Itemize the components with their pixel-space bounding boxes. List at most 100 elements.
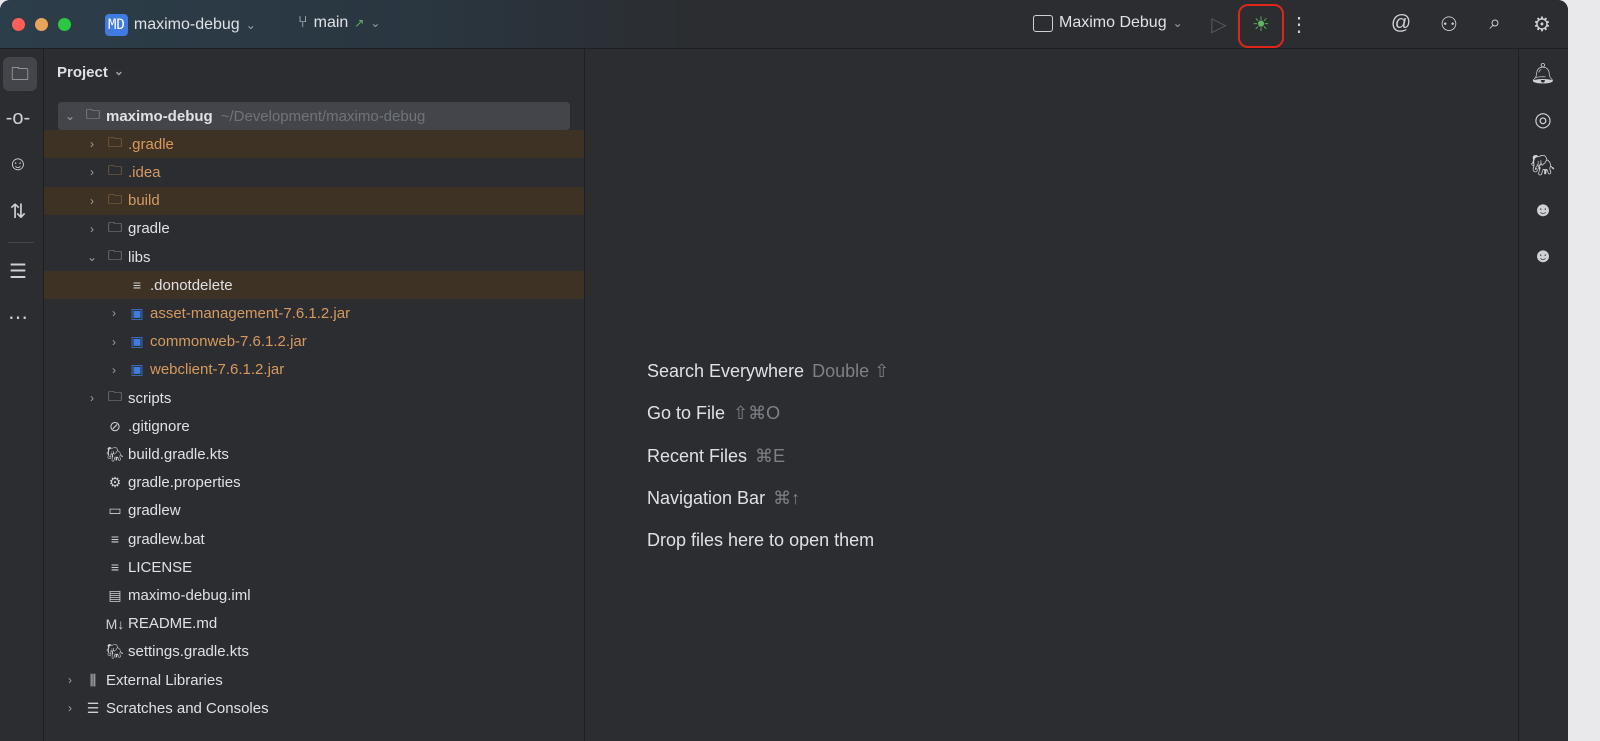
- run-config-icon: [1033, 14, 1053, 32]
- tree-item[interactable]: ≡ gradlew.bat: [44, 525, 584, 553]
- project-switcher[interactable]: MD maximo-debug ⌄: [105, 14, 256, 36]
- tree-item[interactable]: ≡ LICENSE: [44, 553, 584, 581]
- tree-item[interactable]: › 🗀 gradle: [44, 215, 584, 243]
- tree-item-label: External Libraries: [106, 671, 223, 689]
- tree-item[interactable]: 🐘︎ settings.gradle.kts: [44, 638, 584, 666]
- tree-item[interactable]: › ▣ webclient-7.6.1.2.jar: [44, 356, 584, 384]
- notifications-bell-icon[interactable]: 🔔︎: [1529, 61, 1557, 86]
- tree-item-label: gradlew.bat: [128, 530, 205, 548]
- iml-file-icon: ▤: [108, 586, 122, 603]
- chevron-down-icon[interactable]: ⌄: [62, 109, 78, 123]
- ai-chat-icon[interactable]: ◎: [1529, 107, 1557, 132]
- editor-hint[interactable]: Recent Files ⌘E: [647, 446, 785, 467]
- maximize-window-button[interactable]: [58, 18, 71, 31]
- chevron-right-icon[interactable]: ›: [62, 701, 78, 715]
- hint-shortcut: ⌘E: [755, 445, 786, 466]
- folder-icon: 🗀: [108, 134, 122, 151]
- jar-icon: ▣: [130, 304, 144, 321]
- chevron-right-icon[interactable]: ›: [106, 335, 122, 349]
- hint-shortcut: ⇧⌘O: [733, 403, 781, 424]
- gradle-icon[interactable]: 🐘︎: [1529, 153, 1557, 178]
- hint-shortcut: ⌘↑: [773, 487, 801, 508]
- close-window-button[interactable]: [12, 18, 25, 31]
- folder-icon: 🗀: [108, 162, 122, 179]
- copilot-icon[interactable]: ☺: [4, 153, 32, 176]
- tree-item-label: maximo-debug: [106, 107, 213, 125]
- tree-item-label: .gitignore: [128, 417, 190, 435]
- tree-item[interactable]: M↓ README.md: [44, 610, 584, 638]
- folder-icon: 🗀: [108, 218, 122, 235]
- text-file-icon: ≡: [132, 277, 142, 294]
- text-file-icon: ≡: [110, 559, 120, 576]
- project-name: maximo-debug: [133, 16, 240, 33]
- tree-item[interactable]: ⌄ 🗀 libs: [44, 243, 584, 271]
- tree-item[interactable]: ▭ gradlew: [44, 497, 584, 525]
- hint-label: Recent Files: [647, 445, 748, 466]
- tree-item[interactable]: › 🗀 scripts: [44, 384, 584, 412]
- editor-hint[interactable]: Navigation Bar ⌘↑: [647, 488, 800, 509]
- tree-item[interactable]: 🐘︎ build.gradle.kts: [44, 440, 584, 468]
- tree-item-label: gradlew: [128, 502, 181, 520]
- project-tool-folder-icon[interactable]: 🗀: [3, 57, 37, 91]
- pull-requests-icon[interactable]: ⇅: [4, 199, 32, 224]
- run-button[interactable]: ▷: [1205, 12, 1233, 37]
- chevron-right-icon[interactable]: ›: [84, 137, 100, 151]
- chevron-right-icon[interactable]: ›: [106, 306, 122, 320]
- editor-hint[interactable]: Search Everywhere Double ⇧: [647, 361, 889, 382]
- minimize-window-button[interactable]: [35, 18, 48, 31]
- library-icon: ⫼: [89, 671, 97, 688]
- tree-item-label: LICENSE: [128, 558, 193, 576]
- tree-item[interactable]: ▤ maximo-debug.iml: [44, 581, 584, 609]
- chevron-right-icon[interactable]: ›: [84, 222, 100, 236]
- tree-item-label: asset-management-7.6.1.2.jar: [150, 304, 351, 322]
- tree-item-label: build: [128, 192, 160, 210]
- tree-item[interactable]: ⌄ 🗀 maximo-debug ~/Development/maximo-debug: [58, 102, 570, 130]
- jar-icon: ▣: [130, 361, 144, 378]
- editor-empty-area: Search Everywhere Double ⇧ Go to File ⇧⌘O Re…: [586, 49, 1518, 741]
- search-icon[interactable]: ⌕: [1481, 12, 1509, 35]
- tree-item[interactable]: ≡ .donotdelete: [44, 271, 584, 300]
- editor-hint[interactable]: Go to File ⇧⌘O: [647, 403, 780, 424]
- debug-button[interactable]: ☀: [1238, 4, 1284, 48]
- chevron-right-icon[interactable]: ›: [62, 673, 78, 687]
- tree-item[interactable]: ⊘ .gitignore: [44, 412, 584, 440]
- chevron-right-icon[interactable]: ›: [106, 363, 122, 377]
- ignore-file-icon: ⊘: [109, 417, 121, 434]
- chevron-right-icon[interactable]: ›: [84, 165, 100, 179]
- left-tool-strip: 🗀 -o- ☺ ⇅ ☰ ⋯: [0, 49, 44, 741]
- tree-item[interactable]: › ▣ asset-management-7.6.1.2.jar: [44, 299, 584, 327]
- project-view-selector[interactable]: Project ⌄: [57, 64, 124, 81]
- chevron-down-icon[interactable]: ⌄: [84, 250, 100, 264]
- tree-item[interactable]: › ☰ Scratches and Consoles: [44, 694, 584, 722]
- ai-assistant-icon[interactable]: @: [1387, 12, 1415, 35]
- hint-label: Drop files here to open them: [647, 530, 875, 551]
- chevron-right-icon[interactable]: ›: [84, 391, 100, 405]
- scratches-icon: ☰: [86, 699, 100, 716]
- hint-label: Search Everywhere: [647, 361, 805, 381]
- text-file-icon: ≡: [110, 531, 120, 547]
- branch-icon: ⑂: [298, 14, 308, 31]
- copilot-agent-icon[interactable]: ☻: [1529, 245, 1557, 268]
- tree-item[interactable]: › 🗀 .idea: [44, 158, 584, 186]
- gear-icon[interactable]: ⚙: [1528, 12, 1556, 37]
- shell-file-icon: ▭: [108, 502, 122, 519]
- tree-item[interactable]: ⚙ gradle.properties: [44, 469, 584, 497]
- branch-switcher[interactable]: ⑂ main ↗ ⌄: [298, 14, 380, 32]
- more-tools-icon[interactable]: ⋯: [4, 305, 32, 330]
- tree-item[interactable]: › ⫼ External Libraries: [44, 666, 584, 694]
- copilot-chat-icon[interactable]: ☻: [1529, 199, 1557, 222]
- gradle-file-icon: 🐘︎: [106, 643, 124, 660]
- commit-icon[interactable]: -o-: [4, 107, 32, 130]
- tree-item[interactable]: › 🗀 .gradle: [44, 130, 584, 159]
- tree-item[interactable]: › ▣ commonweb-7.6.1.2.jar: [44, 328, 584, 356]
- structure-icon[interactable]: ☰: [4, 259, 32, 284]
- chevron-right-icon[interactable]: ›: [84, 194, 100, 208]
- tree-item-label: commonweb-7.6.1.2.jar: [150, 333, 307, 351]
- tree-item-label: README.md: [128, 615, 218, 633]
- add-user-icon[interactable]: ⚇: [1435, 12, 1463, 37]
- more-actions-icon[interactable]: ⋮: [1285, 12, 1313, 37]
- tree-item-label: Scratches and Consoles: [106, 699, 269, 717]
- tree-item[interactable]: › 🗀 build: [44, 186, 584, 215]
- run-config-selector[interactable]: Maximo Debug ⌄: [1033, 14, 1183, 32]
- editor-hint[interactable]: Drop files here to open them: [647, 530, 874, 551]
